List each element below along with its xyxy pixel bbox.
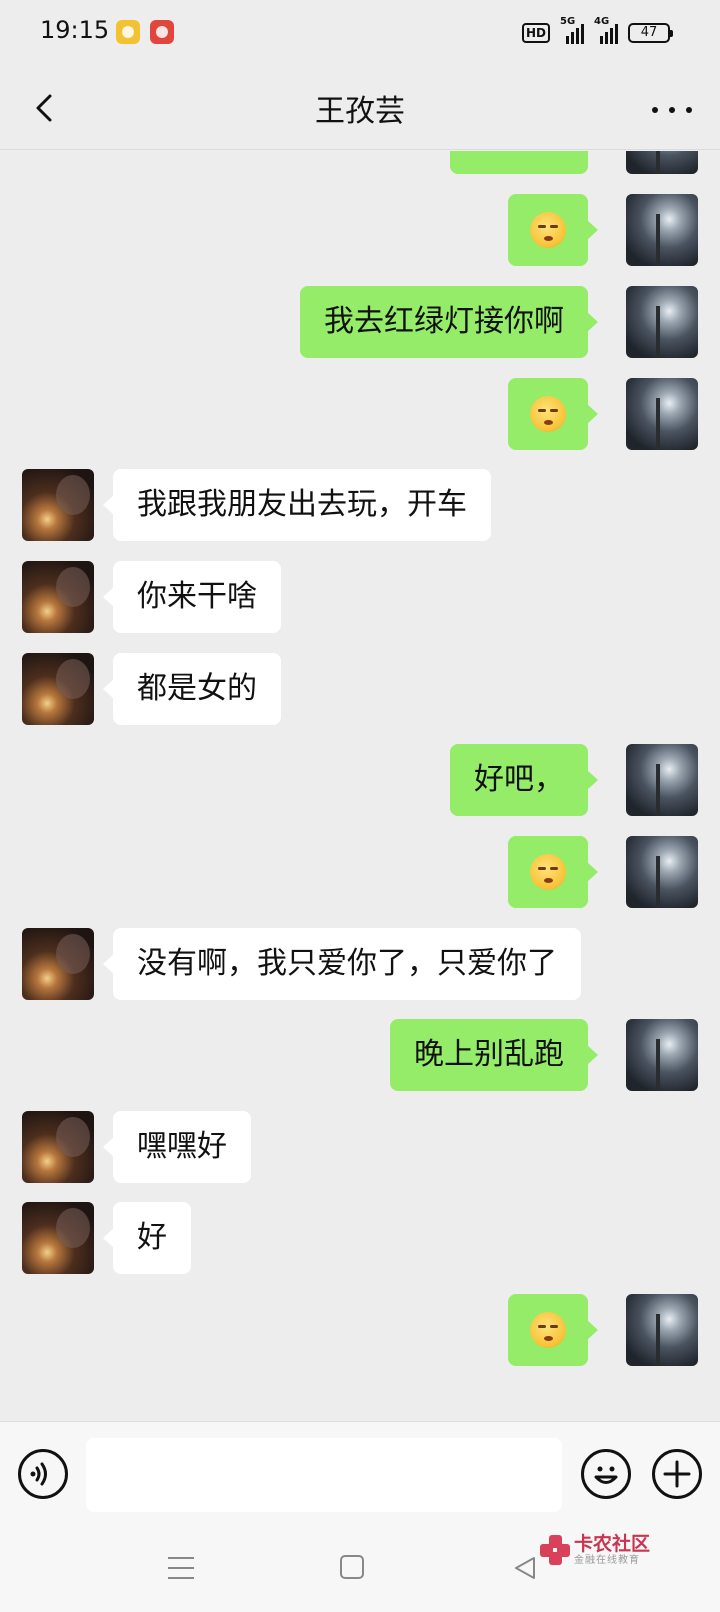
message-bubble[interactable]: 我跟我朋友出去玩，开车	[103, 469, 491, 541]
more-horizontal-icon	[652, 107, 658, 113]
watermark-logo-icon	[540, 1535, 570, 1565]
message-bubble[interactable]: 为啥啊	[450, 151, 588, 174]
message-bubble[interactable]: 好	[103, 1202, 191, 1274]
message-bubble[interactable]: 晚上别乱跑	[390, 1019, 598, 1091]
notification-app-icon	[150, 20, 174, 44]
contact-avatar[interactable]	[22, 653, 94, 725]
message-bubble[interactable]: 你来干啥	[103, 561, 281, 633]
chat-title: 王孜芸	[315, 94, 405, 129]
triangle-back-icon	[515, 1557, 535, 1579]
message-row: 嘿嘿好	[0, 1111, 720, 1183]
message-bubble[interactable]: 嘿嘿好	[103, 1111, 251, 1183]
hd-voice-icon: HD	[521, 23, 550, 43]
message-row	[0, 836, 720, 908]
status-time: 19:15	[40, 16, 110, 44]
message-row: 好	[0, 1202, 720, 1274]
watermark: 卡农社区 金融在线教育	[540, 1533, 650, 1567]
emoji-message-bubble[interactable]	[508, 194, 598, 266]
voice-button[interactable]	[18, 1449, 68, 1499]
contact-avatar[interactable]	[22, 1111, 94, 1183]
chat-header: 王孜芸	[0, 66, 720, 150]
watermark-title: 卡农社区	[574, 1533, 651, 1555]
my-avatar[interactable]	[626, 378, 698, 450]
message-row	[0, 194, 720, 266]
message-row: 你来干啥	[0, 561, 720, 633]
message-row: 好吧，	[0, 744, 720, 816]
emoji-button[interactable]	[581, 1449, 631, 1499]
status-bar: 19:15 HD 5G 4G 47	[0, 0, 720, 66]
message-row	[0, 1294, 720, 1366]
my-avatar[interactable]	[626, 1019, 698, 1091]
message-row: 晚上别乱跑	[0, 1019, 720, 1091]
message-input[interactable]	[86, 1438, 562, 1512]
signal-5g-icon: 5G	[560, 16, 584, 44]
my-avatar[interactable]	[626, 286, 698, 358]
emoji-icon	[594, 1466, 618, 1484]
relieved-face-icon	[530, 212, 566, 248]
emoji-message-bubble[interactable]	[508, 378, 598, 450]
status-indicators: HD 5G 4G 47	[521, 16, 673, 48]
watermark-subtitle: 金融在线教育	[574, 1555, 640, 1566]
contact-avatar[interactable]	[22, 928, 94, 1000]
message-bubble[interactable]: 我去红绿灯接你啊	[300, 286, 598, 358]
system-nav-bar: 卡农社区 金融在线教育	[0, 1529, 720, 1612]
my-avatar[interactable]	[626, 151, 698, 174]
chat-input-bar	[0, 1421, 720, 1529]
contact-avatar[interactable]	[22, 1202, 94, 1274]
my-avatar[interactable]	[626, 744, 698, 816]
emoji-message-bubble[interactable]	[508, 836, 598, 908]
relieved-face-icon	[530, 396, 566, 432]
sweat-smile-face-icon	[530, 854, 566, 890]
emoji-message-bubble[interactable]	[508, 1294, 598, 1366]
nav-back-button[interactable]	[512, 1555, 538, 1581]
message-row	[0, 378, 720, 450]
contact-avatar[interactable]	[22, 561, 94, 633]
voice-icon	[30, 1462, 47, 1486]
contact-avatar[interactable]	[22, 469, 94, 541]
message-list[interactable]: 为啥啊 我去红绿灯接你啊 我跟我朋友出去玩，开车 你来干啥 都是女的 好吧，	[0, 151, 720, 1421]
notification-app-icon	[116, 20, 140, 44]
my-avatar[interactable]	[626, 836, 698, 908]
message-bubble[interactable]: 好吧，	[450, 744, 598, 816]
kissing-face-icon	[530, 1312, 566, 1348]
message-row: 我去红绿灯接你啊	[0, 286, 720, 358]
home-button[interactable]	[340, 1555, 364, 1579]
more-actions-button[interactable]	[652, 1449, 702, 1499]
plus-icon	[663, 1460, 691, 1488]
more-button[interactable]	[652, 90, 692, 130]
recent-apps-button[interactable]	[168, 1557, 194, 1579]
message-row: 没有啊，我只爱你了，只爱你了	[0, 928, 720, 1000]
message-bubble[interactable]: 没有啊，我只爱你了，只爱你了	[103, 928, 581, 1000]
battery-icon: 47	[628, 23, 673, 43]
my-avatar[interactable]	[626, 194, 698, 266]
signal-4g-icon: 4G	[594, 16, 618, 44]
my-avatar[interactable]	[626, 1294, 698, 1366]
message-row: 为啥啊	[0, 151, 720, 174]
message-bubble[interactable]: 都是女的	[103, 653, 281, 725]
message-row: 我跟我朋友出去玩，开车	[0, 469, 720, 541]
message-row: 都是女的	[0, 653, 720, 725]
